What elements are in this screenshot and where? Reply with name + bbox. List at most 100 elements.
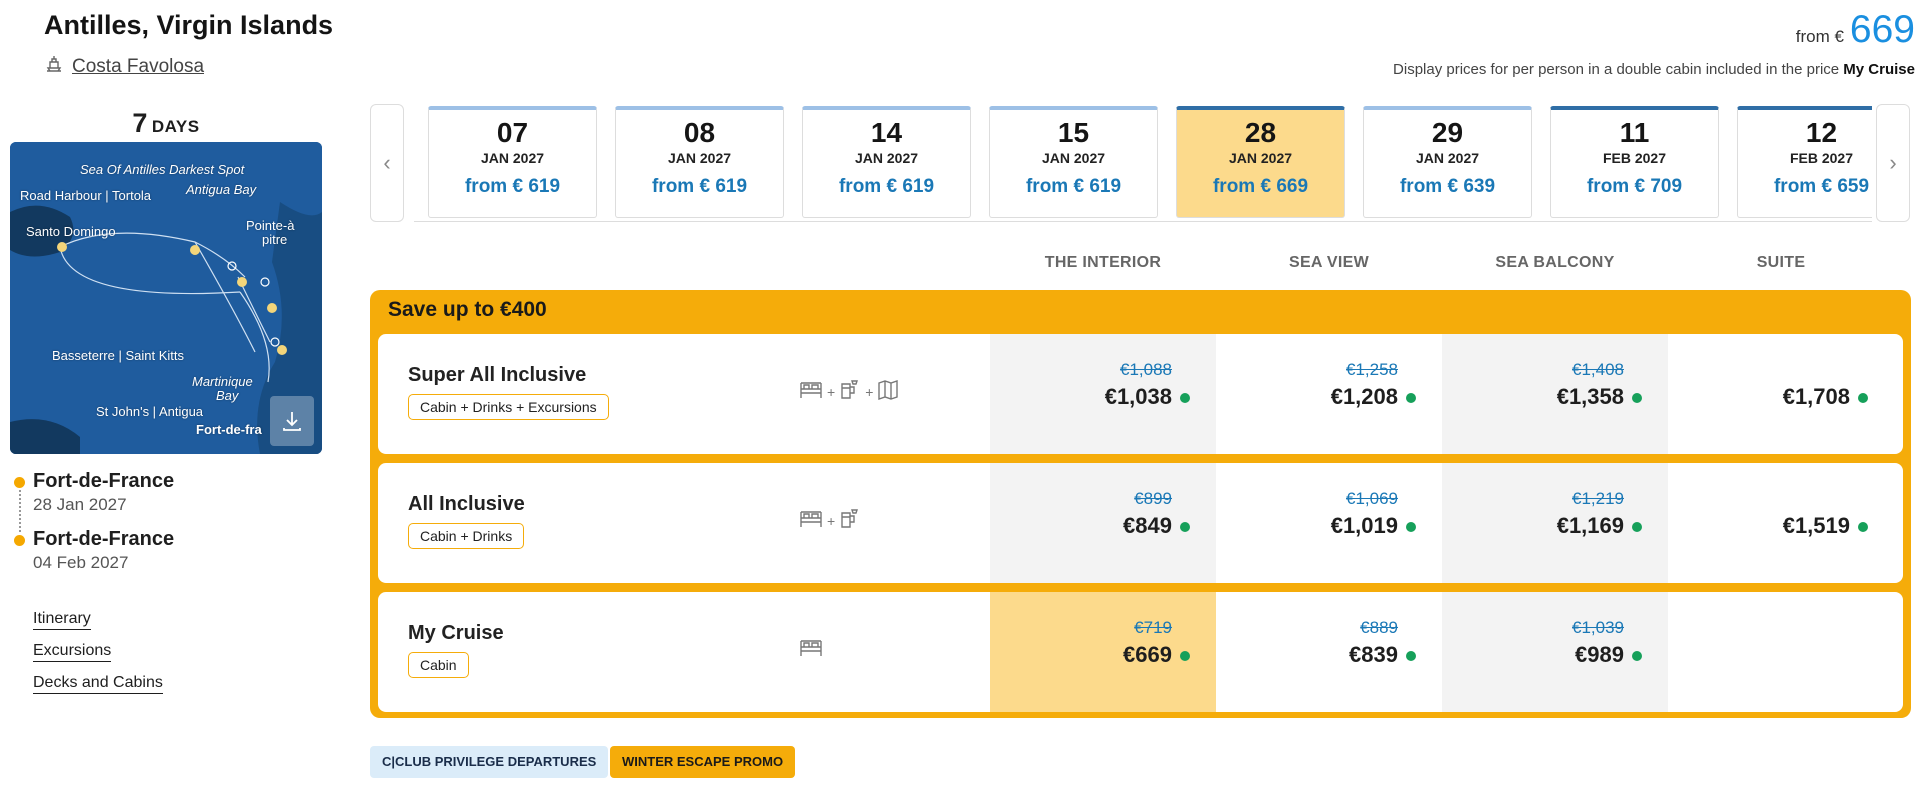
- duration-number: 7: [132, 108, 148, 138]
- new-price: €849: [1123, 513, 1172, 538]
- date-option[interactable]: 07 JAN 2027 from € 619: [428, 106, 597, 218]
- date-option-selected[interactable]: 28 JAN 2027 from € 669: [1176, 106, 1345, 218]
- package-chip: Cabin: [408, 652, 469, 678]
- price-cell-interior[interactable]: €899 €849: [990, 463, 1216, 583]
- date-option[interactable]: 12 FEB 2027 from € 659: [1737, 106, 1872, 218]
- chevron-left-icon: ‹: [383, 150, 391, 175]
- old-price: €1,258: [1346, 360, 1398, 379]
- map-label-martinique-1: Martinique: [192, 374, 253, 389]
- winter-escape-promo-badge[interactable]: WINTER ESCAPE PROMO: [610, 746, 796, 778]
- price-cell-interior[interactable]: €1,088 €1,038: [990, 334, 1216, 454]
- old-price: €1,408: [1572, 360, 1624, 379]
- price-cell-suite[interactable]: €1,519: [1668, 463, 1894, 583]
- price-cell-sea-balcony[interactable]: €1,039 €989: [1442, 592, 1668, 712]
- carousel-prev-button[interactable]: ‹: [370, 104, 404, 222]
- package-chip: Cabin + Drinks + Excursions: [408, 394, 609, 420]
- price-cell-suite[interactable]: €1,708: [1668, 334, 1894, 454]
- pricing-table: Save up to €400 Super All Inclusive Cabi…: [370, 290, 1911, 718]
- date-carousel: 07 JAN 2027 from € 619 08 JAN 2027 from …: [414, 106, 1872, 222]
- package-name: All Inclusive: [408, 493, 525, 515]
- date-option[interactable]: 15 JAN 2027 from € 619: [989, 106, 1158, 218]
- departure-port: Fort-de-France: [33, 470, 175, 492]
- new-price: €1,708: [1782, 384, 1850, 409]
- map-label-st-johns: St John's | Antigua: [96, 404, 204, 419]
- old-price: €1,069: [1346, 489, 1398, 508]
- new-price: €839: [1349, 642, 1398, 667]
- date-month: JAN 2027: [667, 150, 732, 166]
- price-cell-sea-view[interactable]: €1,069 €1,019: [1216, 463, 1442, 583]
- map-label-fort-de-france: Fort-de-fra: [196, 422, 262, 437]
- package-icons: [798, 636, 824, 663]
- new-price: €1,358: [1556, 384, 1624, 409]
- date-day: 11: [1619, 117, 1650, 148]
- new-price: €669: [1123, 642, 1172, 667]
- map-label-darkest-spot: Sea Of Antilles Darkest Spot: [80, 162, 245, 177]
- cabin-header-interior: THE INTERIOR: [1044, 254, 1162, 271]
- new-price: €1,038: [1104, 384, 1172, 409]
- chevron-right-icon: ›: [1889, 150, 1897, 175]
- ship-name: Costa Favolosa: [72, 56, 205, 77]
- old-price: €899: [1134, 489, 1172, 508]
- map-label-antigua-bay: Antigua Bay: [186, 182, 257, 197]
- price-cell-sea-view[interactable]: €889 €839: [1216, 592, 1442, 712]
- date-day: 08: [683, 117, 716, 148]
- ship-link[interactable]: Costa Favolosa: [44, 54, 204, 80]
- availability-dot: [1858, 393, 1868, 403]
- price-disclaimer: Display prices for per person in a doubl…: [1393, 61, 1915, 78]
- date-price: from € 619: [838, 176, 935, 197]
- availability-dot: [1406, 522, 1416, 532]
- date-price: from € 619: [1025, 176, 1122, 197]
- cabin-icon: [798, 507, 824, 534]
- departure-dot: [14, 477, 25, 488]
- date-day: 28: [1244, 117, 1277, 148]
- price-cell-interior-selected[interactable]: €719 €669: [990, 592, 1216, 712]
- availability-dot: [1858, 522, 1868, 532]
- link-excursions[interactable]: Excursions: [33, 640, 163, 672]
- date-month: FEB 2027: [1602, 150, 1667, 166]
- availability-dot: [1180, 651, 1190, 661]
- excursion-map-icon: [876, 378, 900, 405]
- map-label-martinique-2: Bay: [216, 388, 239, 403]
- map-label-basseterre: Basseterre | Saint Kitts: [52, 348, 184, 363]
- map-label-pointe-a-pitre-2: pitre: [262, 232, 288, 247]
- date-option[interactable]: 11 FEB 2027 from € 709: [1550, 106, 1719, 218]
- from-label: from €: [1795, 27, 1844, 46]
- map-download-button[interactable]: [270, 396, 314, 446]
- ship-icon: [44, 54, 64, 80]
- price-cell-sea-balcony[interactable]: €1,408 €1,358: [1442, 334, 1668, 454]
- arrival-port: Fort-de-France: [33, 528, 175, 550]
- cabin-icon: [798, 378, 824, 405]
- map-label-santo-domingo: Santo Domingo: [26, 224, 116, 239]
- arrival-stop: Fort-de-France 04 Feb 2027: [14, 526, 174, 584]
- date-price: from € 619: [651, 176, 748, 197]
- itinerary-map[interactable]: Sea Of Antilles Darkest Spot Road Harbou…: [10, 142, 322, 454]
- link-itinerary[interactable]: Itinerary: [33, 608, 163, 640]
- drinks-icon: [838, 507, 862, 534]
- duration-unit: DAYS: [151, 117, 200, 136]
- link-decks-and-cabins[interactable]: Decks and Cabins: [33, 672, 163, 704]
- package-icons: +: [798, 507, 862, 534]
- date-option[interactable]: 14 JAN 2027 from € 619: [802, 106, 971, 218]
- arrival-dot: [14, 535, 25, 546]
- price-cell-sea-balcony[interactable]: €1,219 €1,169: [1442, 463, 1668, 583]
- itinerary-stops: Fort-de-France 28 Jan 2027 Fort-de-Franc…: [14, 468, 174, 584]
- availability-dot: [1632, 393, 1642, 403]
- old-price: €1,219: [1572, 489, 1624, 508]
- package-row-super-all-inclusive: Super All Inclusive Cabin + Drinks + Exc…: [378, 334, 1903, 454]
- date-month: JAN 2027: [854, 150, 919, 166]
- package-icons: + +: [798, 378, 900, 405]
- club-privilege-badge[interactable]: C|CLUB PRIVILEGE DEPARTURES: [370, 746, 609, 778]
- date-month: JAN 2027: [1415, 150, 1480, 166]
- price-cell-sea-view[interactable]: €1,258 €1,208: [1216, 334, 1442, 454]
- date-month: JAN 2027: [1041, 150, 1106, 166]
- package-chip: Cabin + Drinks: [408, 523, 525, 549]
- date-option[interactable]: 08 JAN 2027 from € 619: [615, 106, 784, 218]
- availability-dot: [1180, 522, 1190, 532]
- cabin-header-sea-balcony: SEA BALCONY: [1495, 254, 1615, 271]
- drinks-icon: [838, 378, 862, 405]
- cabin-header-suite: SUITE: [1756, 254, 1806, 271]
- cabin-icon: [798, 636, 824, 663]
- carousel-next-button[interactable]: ›: [1876, 104, 1910, 222]
- date-option[interactable]: 29 JAN 2027 from € 639: [1363, 106, 1532, 218]
- date-price: from € 669: [1212, 176, 1309, 197]
